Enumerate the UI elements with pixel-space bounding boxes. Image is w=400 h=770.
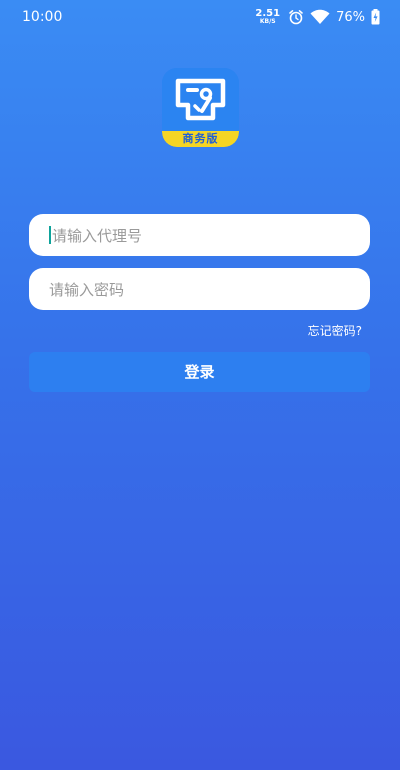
agent-number-input[interactable]: 请输入代理号 (29, 214, 370, 256)
status-icons: 2.51 KB/S 76% (255, 7, 380, 27)
password-input[interactable]: 请输入密码 (29, 268, 370, 310)
alarm-icon (288, 9, 304, 25)
password-placeholder: 请输入密码 (49, 280, 125, 299)
edition-badge: 商务版 (162, 131, 239, 147)
app-logo: 商务版 (162, 68, 239, 147)
agent-number-placeholder: 请输入代理号 (52, 226, 143, 245)
status-bar: 10:00 2.51 KB/S 76% (0, 0, 400, 36)
battery-charging-icon (371, 9, 380, 25)
network-speed-unit: KB/S (259, 18, 276, 25)
wifi-icon (310, 9, 330, 25)
network-speed: 2.51 KB/S (255, 9, 280, 25)
text-cursor (49, 226, 51, 244)
forgot-password-link[interactable]: 忘记密码? (308, 322, 362, 339)
battery-percent: 76% (336, 9, 365, 25)
login-button[interactable]: 登录 (29, 352, 370, 392)
status-time: 10:00 (22, 9, 63, 25)
